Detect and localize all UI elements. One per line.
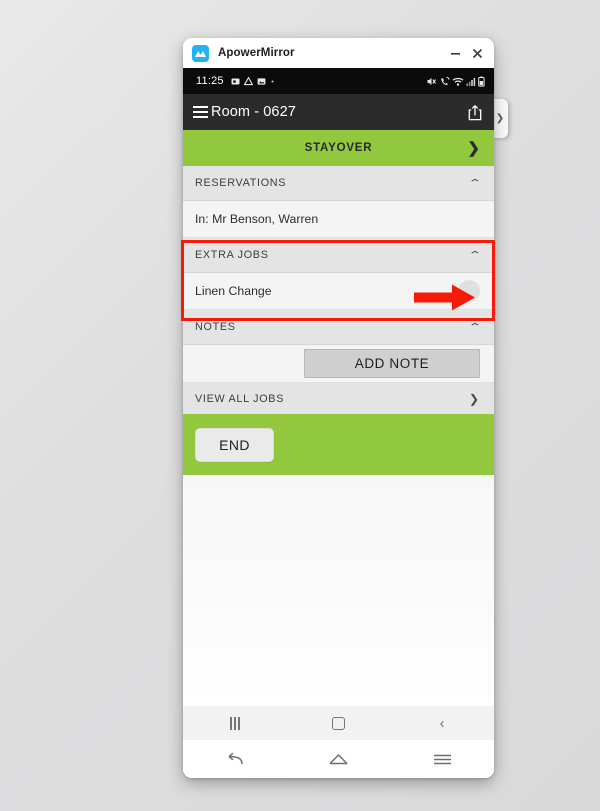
reservation-row[interactable]: In: Mr Benson, Warren — [183, 201, 494, 238]
chevron-up-icon: ⌃ — [467, 177, 483, 189]
chevron-up-icon: ⌃ — [467, 249, 483, 261]
section-title: NOTES — [195, 321, 236, 333]
page-title: Room - 0627 — [211, 104, 296, 120]
section-header-notes[interactable]: NOTES ⌃ — [183, 310, 494, 345]
mute-icon — [427, 77, 437, 85]
extra-job-row-linen-change[interactable]: Linen Change — [183, 273, 494, 310]
window-controls — [449, 47, 488, 60]
mirror-control-bar — [183, 740, 494, 778]
empty-content-area — [183, 475, 494, 706]
side-panel-expand-tab[interactable]: ❯ — [492, 99, 508, 138]
hamburger-menu-icon[interactable] — [193, 106, 208, 118]
status-bar-system-icons — [426, 76, 485, 87]
signal-icon — [466, 77, 476, 86]
more-dot-icon — [271, 80, 274, 82]
section-title: RESERVATIONS — [195, 177, 287, 189]
recents-icon[interactable] — [183, 716, 287, 730]
battery-icon — [478, 76, 485, 87]
screen-recorder-icon — [231, 78, 240, 84]
chevron-up-icon: ⌃ — [467, 321, 483, 333]
linen-change-toggle[interactable] — [458, 280, 480, 302]
notes-body: ADD NOTE — [183, 345, 494, 383]
android-status-bar: 11:25 — [183, 68, 494, 94]
reservation-guest-name: In: Mr Benson, Warren — [195, 212, 319, 226]
stayover-label: STAYOVER — [304, 142, 373, 154]
section-header-reservations[interactable]: RESERVATIONS ⌃ — [183, 166, 494, 201]
end-button[interactable]: END — [195, 427, 274, 462]
mirrored-phone-screen: 11:25 Room - 0627 STAYOVER ❯ RESERVATION… — [183, 68, 494, 740]
google-drive-icon — [243, 76, 253, 85]
view-all-jobs-row[interactable]: VIEW ALL JOBS ❯ — [183, 383, 494, 414]
stayover-status-banner[interactable]: STAYOVER ❯ — [183, 130, 494, 166]
extra-job-label: Linen Change — [195, 284, 272, 298]
photos-icon — [257, 77, 266, 85]
home-square-icon[interactable] — [287, 716, 391, 730]
chevron-right-icon: ❯ — [467, 139, 480, 157]
apowermirror-logo-icon — [192, 44, 209, 62]
call-icon — [441, 76, 450, 85]
end-action-footer: END — [183, 414, 494, 475]
window-title-bar: ApowerMirror — [183, 38, 494, 68]
app-top-bar: Room - 0627 — [183, 94, 494, 130]
section-title: EXTRA JOBS — [195, 249, 269, 261]
chevron-right-icon: ❯ — [468, 391, 479, 406]
section-header-extra-jobs[interactable]: EXTRA JOBS ⌃ — [183, 238, 494, 273]
share-icon[interactable] — [468, 104, 482, 121]
app-title: ApowerMirror — [218, 47, 295, 59]
view-all-jobs-label: VIEW ALL JOBS — [195, 392, 285, 405]
wifi-icon — [452, 77, 464, 86]
chevron-right-icon: ❯ — [495, 112, 505, 124]
menu-lines-icon[interactable] — [390, 753, 494, 766]
status-bar-clock: 11:25 — [196, 75, 224, 87]
back-arrow-icon[interactable] — [183, 752, 287, 767]
add-note-button[interactable]: ADD NOTE — [304, 349, 480, 378]
minimize-icon[interactable] — [449, 47, 462, 60]
back-chevron-icon[interactable]: ‹ — [390, 716, 494, 731]
home-icon[interactable] — [287, 752, 391, 766]
android-navigation-bar: ‹ — [183, 706, 494, 740]
close-icon[interactable] — [471, 47, 484, 60]
apowermirror-window: ApowerMirror 11:25 Room - 0627 STAYOVER … — [183, 38, 494, 778]
status-bar-notification-icons — [231, 76, 275, 86]
